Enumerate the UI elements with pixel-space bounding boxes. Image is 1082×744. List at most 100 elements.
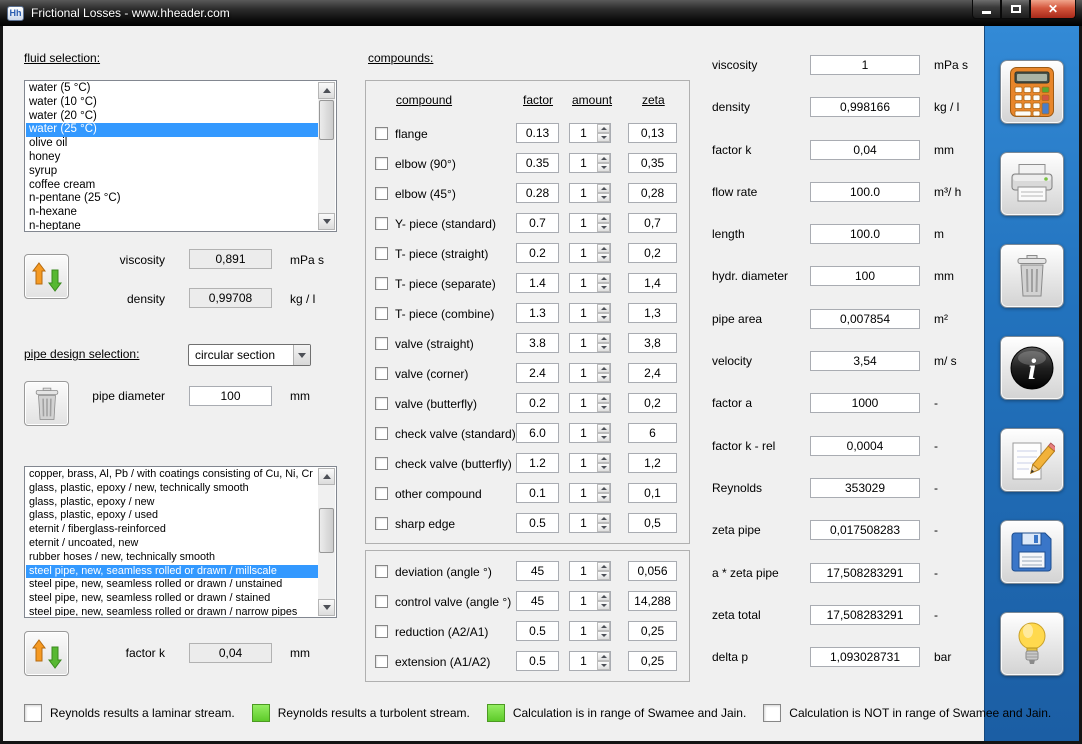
spinner-down-icon[interactable] xyxy=(597,601,610,610)
spinner-up-icon[interactable] xyxy=(597,154,610,163)
spinner-down-icon[interactable] xyxy=(597,403,610,412)
compound-checkbox[interactable] xyxy=(375,337,388,350)
material-scrollbar[interactable] xyxy=(318,468,335,616)
compound-checkbox[interactable] xyxy=(375,187,388,200)
amount-value[interactable]: 1 xyxy=(570,562,597,580)
result-field[interactable]: 1,093028731 xyxy=(810,647,920,668)
spinner-down-icon[interactable] xyxy=(597,313,610,322)
material-option[interactable]: copper, brass, Al, Pb / with coatings co… xyxy=(26,468,318,482)
spinner-down-icon[interactable] xyxy=(597,163,610,172)
spinner-up-icon[interactable] xyxy=(597,622,610,631)
amount-spinner[interactable]: 1 xyxy=(569,393,611,413)
spinner-down-icon[interactable] xyxy=(597,253,610,262)
spinner-down-icon[interactable] xyxy=(597,523,610,532)
amount-spinner[interactable]: 1 xyxy=(569,621,611,641)
pipe-diameter-input[interactable]: 100 xyxy=(189,386,272,406)
spinner-down-icon[interactable] xyxy=(597,631,610,640)
factor-input[interactable]: 1.4 xyxy=(516,273,559,293)
close-button[interactable]: ✕ xyxy=(1030,0,1076,19)
amount-value[interactable]: 1 xyxy=(570,394,597,412)
pipe-design-select[interactable]: circular section xyxy=(188,344,311,366)
amount-value[interactable]: 1 xyxy=(570,214,597,232)
amount-spinner[interactable]: 1 xyxy=(569,213,611,233)
spinner-up-icon[interactable] xyxy=(597,364,610,373)
spinner-buttons[interactable] xyxy=(597,364,610,382)
spinner-buttons[interactable] xyxy=(597,484,610,502)
factor-input[interactable]: 3.8 xyxy=(516,333,559,353)
amount-value[interactable]: 1 xyxy=(570,124,597,142)
amount-value[interactable]: 1 xyxy=(570,454,597,472)
spinner-down-icon[interactable] xyxy=(597,433,610,442)
factor-input[interactable]: 0.13 xyxy=(516,123,559,143)
spinner-up-icon[interactable] xyxy=(597,274,610,283)
result-field[interactable]: 353029 xyxy=(810,477,920,498)
amount-spinner[interactable]: 1 xyxy=(569,123,611,143)
amount-spinner[interactable]: 1 xyxy=(569,273,611,293)
compound-checkbox[interactable] xyxy=(375,625,388,638)
spinner-up-icon[interactable] xyxy=(597,304,610,313)
calculate-button[interactable] xyxy=(1000,60,1064,124)
material-option[interactable]: glass, plastic, epoxy / new xyxy=(26,496,318,510)
amount-spinner[interactable]: 1 xyxy=(569,453,611,473)
spinner-up-icon[interactable] xyxy=(597,214,610,223)
hint-button[interactable] xyxy=(1000,612,1064,676)
spinner-buttons[interactable] xyxy=(597,652,610,670)
amount-spinner[interactable]: 1 xyxy=(569,153,611,173)
factor-input[interactable]: 45 xyxy=(516,561,559,581)
spinner-buttons[interactable] xyxy=(597,124,610,142)
spinner-buttons[interactable] xyxy=(597,592,610,610)
compound-checkbox[interactable] xyxy=(375,457,388,470)
factor-input[interactable]: 45 xyxy=(516,591,559,611)
material-option[interactable]: steel pipe, new, seamless rolled or draw… xyxy=(26,592,318,606)
amount-value[interactable]: 1 xyxy=(570,154,597,172)
amount-spinner[interactable]: 1 xyxy=(569,483,611,503)
amount-spinner[interactable]: 1 xyxy=(569,591,611,611)
material-option[interactable]: steel pipe, new, seamless rolled or draw… xyxy=(26,606,318,616)
material-option[interactable]: eternit / fiberglass-reinforced xyxy=(26,523,318,537)
amount-value[interactable]: 1 xyxy=(570,424,597,442)
scroll-down-icon[interactable] xyxy=(318,213,335,230)
fluid-scroll-thumb[interactable] xyxy=(319,100,334,140)
result-field[interactable]: 0,998166 xyxy=(810,97,920,118)
factor-input[interactable]: 0.5 xyxy=(516,651,559,671)
edit-button[interactable] xyxy=(1000,428,1064,492)
compound-checkbox[interactable] xyxy=(375,217,388,230)
spinner-up-icon[interactable] xyxy=(597,592,610,601)
compound-checkbox[interactable] xyxy=(375,127,388,140)
spinner-buttons[interactable] xyxy=(597,304,610,322)
spinner-up-icon[interactable] xyxy=(597,244,610,253)
compound-checkbox[interactable] xyxy=(375,655,388,668)
result-field[interactable]: 17,508283291 xyxy=(810,562,920,583)
amount-spinner[interactable]: 1 xyxy=(569,423,611,443)
spinner-buttons[interactable] xyxy=(597,424,610,442)
factor-input[interactable]: 0.5 xyxy=(516,513,559,533)
material-option[interactable]: eternit / uncoated, new xyxy=(26,537,318,551)
spinner-buttons[interactable] xyxy=(597,244,610,262)
fluid-option[interactable]: n-heptane xyxy=(26,220,318,230)
fluid-scrollbar[interactable] xyxy=(318,82,335,230)
fluid-option[interactable]: n-hexane xyxy=(26,206,318,220)
compound-checkbox[interactable] xyxy=(375,427,388,440)
spinner-down-icon[interactable] xyxy=(597,373,610,382)
spinner-down-icon[interactable] xyxy=(597,283,610,292)
info-button[interactable]: i xyxy=(1000,336,1064,400)
factor-input[interactable]: 0.1 xyxy=(516,483,559,503)
fluid-option[interactable]: water (10 °C) xyxy=(26,96,318,110)
fluid-option[interactable]: olive oil xyxy=(26,137,318,151)
material-option[interactable]: rubber hoses / new, technically smooth xyxy=(26,551,318,565)
compound-checkbox[interactable] xyxy=(375,517,388,530)
spinner-up-icon[interactable] xyxy=(597,394,610,403)
compound-checkbox[interactable] xyxy=(375,157,388,170)
factor-input[interactable]: 2.4 xyxy=(516,363,559,383)
amount-spinner[interactable]: 1 xyxy=(569,303,611,323)
spinner-up-icon[interactable] xyxy=(597,652,610,661)
result-field[interactable]: 100.0 xyxy=(810,224,920,245)
amount-spinner[interactable]: 1 xyxy=(569,513,611,533)
clear-pipe-button[interactable] xyxy=(24,381,69,426)
material-option[interactable]: glass, plastic, epoxy / new, technically… xyxy=(26,482,318,496)
amount-spinner[interactable]: 1 xyxy=(569,651,611,671)
amount-value[interactable]: 1 xyxy=(570,484,597,502)
fluid-density-field[interactable]: 0,99708 xyxy=(189,288,272,308)
spinner-down-icon[interactable] xyxy=(597,133,610,142)
material-option[interactable]: glass, plastic, epoxy / used xyxy=(26,509,318,523)
